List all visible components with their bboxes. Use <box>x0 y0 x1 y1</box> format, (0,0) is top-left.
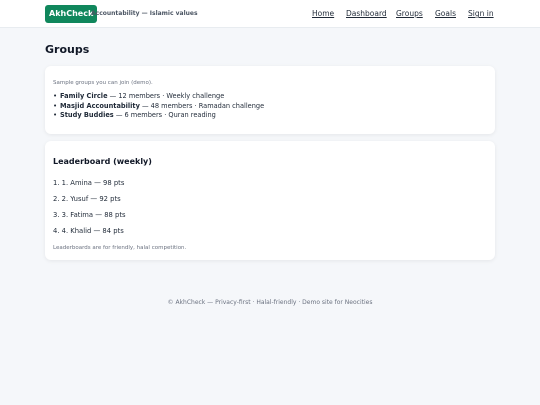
leaderboard-row: 2. 2. Yusuf — 92 pts <box>53 195 121 203</box>
group-detail: — 12 members · Weekly challenge <box>107 92 225 100</box>
leaderboard-card: Leaderboard (weekly) 1. 1. Amina — 98 pt… <box>45 141 495 260</box>
leaderboard-row: 3. 3. Fatima — 88 pts <box>53 211 126 219</box>
brand-tagline: Accountability — Islamic values <box>91 10 198 17</box>
nav-goals-link[interactable]: Goals <box>435 8 456 20</box>
groups-card: Sample groups you can join (demo). Famil… <box>45 66 495 134</box>
nav-home-link[interactable]: Home <box>312 8 334 20</box>
groups-list: Family Circle — 12 members · Weekly chal… <box>53 92 264 121</box>
group-name: Masjid Accountability <box>60 101 140 110</box>
list-item: Masjid Accountability — 48 members · Ram… <box>53 102 264 112</box>
group-name: Family Circle <box>60 92 108 100</box>
leaderboard-row: 4. 4. Khalid — 84 pts <box>53 227 124 235</box>
groups-intro: Sample groups you can join (demo). <box>53 80 153 86</box>
site-footer: © AkhCheck — Privacy-first · Halal-frien… <box>167 299 373 306</box>
list-item: Family Circle — 12 members · Weekly chal… <box>53 92 264 102</box>
group-name: Study Buddies <box>60 111 114 119</box>
page-title: Groups <box>45 43 90 56</box>
nav-groups-link[interactable]: Groups <box>396 8 423 20</box>
leaderboard-row: 1. 1. Amina — 98 pts <box>53 179 125 187</box>
group-detail: — 48 members · Ramadan challenge <box>139 101 265 110</box>
list-item: Study Buddies — 6 members · Quran readin… <box>53 111 264 121</box>
leaderboard-title: Leaderboard (weekly) <box>53 157 152 166</box>
site-header: AkhCheck Accountability — Islamic values… <box>0 0 540 28</box>
group-detail: — 6 members · Quran reading <box>113 111 216 119</box>
leaderboard-note: Leaderboards are for friendly, halal com… <box>53 245 187 251</box>
nav-sign-in-link[interactable]: Sign in <box>468 8 494 20</box>
nav-dashboard-link[interactable]: Dashboard <box>346 8 387 20</box>
brand-logo[interactable]: AkhCheck <box>45 5 98 23</box>
